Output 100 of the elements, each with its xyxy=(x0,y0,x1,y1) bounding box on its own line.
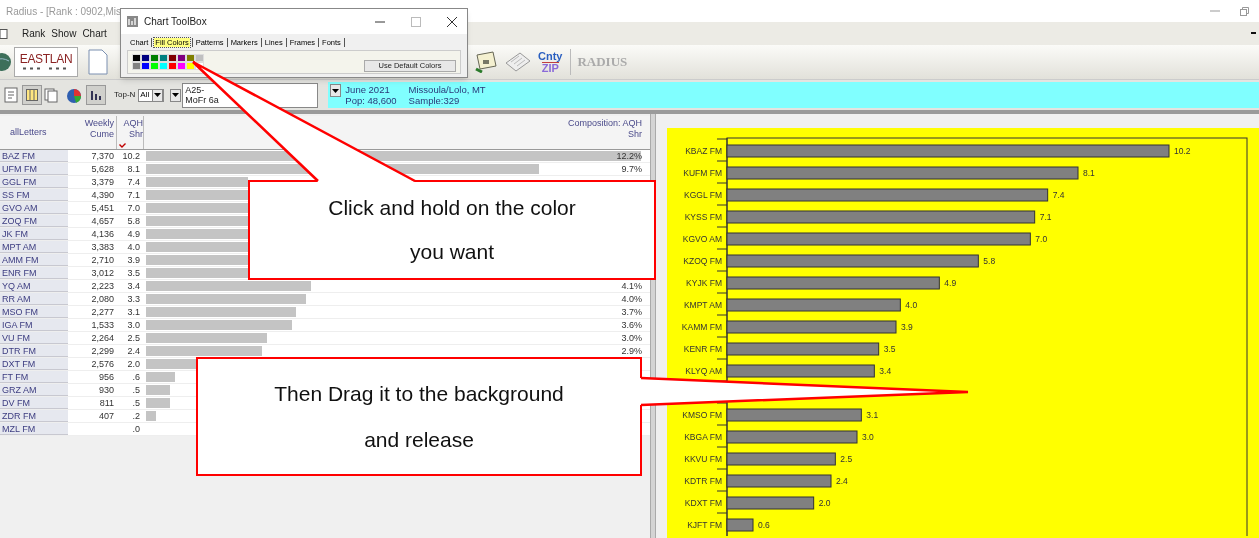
cume-cell: 3,383 xyxy=(91,242,114,252)
share-bar xyxy=(146,411,156,421)
share-cell: 3.0 xyxy=(127,320,140,330)
value-label: 7.4 xyxy=(1052,190,1065,200)
cume-cell: 5,628 xyxy=(91,164,114,174)
category-label: KJFT FM xyxy=(687,520,722,530)
cume-cell: 2,080 xyxy=(91,294,114,304)
share-cell: .0 xyxy=(132,424,140,434)
share-bar xyxy=(146,372,176,382)
share-cell: .5 xyxy=(132,398,140,408)
color-swatch[interactable] xyxy=(186,54,195,62)
share-cell: 4.0 xyxy=(127,242,140,252)
value-label: 4.9 xyxy=(944,278,957,288)
cume-cell: 2,223 xyxy=(91,281,114,291)
color-swatch[interactable] xyxy=(177,62,186,70)
calendar-icon[interactable] xyxy=(474,51,498,73)
value-label: 2.4 xyxy=(836,476,848,486)
share-cell: .5 xyxy=(132,385,140,395)
minimize-icon[interactable] xyxy=(1251,32,1256,35)
category-label: KBGA FM xyxy=(684,432,722,442)
color-swatch[interactable] xyxy=(168,54,177,62)
value-label: 7.1 xyxy=(1039,212,1052,222)
notepad-icon[interactable] xyxy=(504,51,532,73)
composition-cell: 3.6% xyxy=(621,318,642,332)
app-icon xyxy=(127,16,138,27)
menu-item[interactable]: Rank xyxy=(22,26,46,41)
column-view-icon[interactable] xyxy=(26,89,38,101)
color-swatch[interactable] xyxy=(132,62,141,70)
value-label: 2.5 xyxy=(840,454,853,464)
share-cell: .2 xyxy=(132,411,140,421)
color-swatch[interactable] xyxy=(186,62,195,70)
color-swatch[interactable] xyxy=(141,62,150,70)
column-header[interactable]: Composition: AQH Shr xyxy=(552,118,642,149)
cume-cell: 1,533 xyxy=(91,320,114,330)
menu-item[interactable]: Show xyxy=(51,26,77,41)
county-label[interactable]: Cnty xyxy=(538,50,563,62)
color-swatch[interactable] xyxy=(168,62,177,70)
caret-icon xyxy=(172,93,180,97)
share-cell: .6 xyxy=(132,372,140,382)
callout-text: Then Drag it to the background and release xyxy=(273,380,565,453)
globe-icon xyxy=(0,52,12,72)
category-label: KZOQ FM xyxy=(683,256,722,266)
cume-cell: 4,390 xyxy=(91,190,114,200)
share-cell: 2.0 xyxy=(127,359,140,369)
color-swatch[interactable] xyxy=(159,54,168,62)
dropdown-button[interactable] xyxy=(170,88,182,102)
app-menu-icon[interactable] xyxy=(0,28,8,39)
column-header[interactable]: allLetters xyxy=(10,127,47,138)
category-label: KMSO FM xyxy=(682,410,722,420)
dropdown-button[interactable] xyxy=(330,84,342,97)
value-label: 3.9 xyxy=(901,322,913,332)
bar-chart-icon[interactable] xyxy=(90,89,102,101)
category-label: KYSS FM xyxy=(684,212,722,222)
cume-cell: 930 xyxy=(98,385,114,395)
close-icon[interactable] xyxy=(447,16,457,27)
column-header[interactable]: Weekly Cume xyxy=(80,118,114,149)
composition-cell: 12.2% xyxy=(616,149,642,163)
color-swatch[interactable] xyxy=(195,54,204,62)
category-label: KBAZ FM xyxy=(685,146,722,156)
category-label: KUFM FM xyxy=(683,168,722,178)
market-name: Missoula/Lolo, MT xyxy=(408,84,486,95)
color-swatch[interactable] xyxy=(141,54,150,62)
color-swatch[interactable] xyxy=(150,62,159,70)
value-label: 2.0 xyxy=(818,498,831,508)
composition-cell: 4.1% xyxy=(621,279,642,293)
dropdown-button[interactable] xyxy=(152,88,164,102)
value-label: 7.0 xyxy=(1035,234,1048,244)
color-swatch[interactable] xyxy=(177,54,186,62)
brand-logo: RADIUS xyxy=(577,53,628,72)
document-icon[interactable] xyxy=(88,49,108,75)
cume-cell: 2,710 xyxy=(91,255,114,265)
share-cell: 7.0 xyxy=(127,203,140,213)
value-label: 3.0 xyxy=(862,432,874,442)
share-bar xyxy=(146,359,196,369)
menu-item[interactable]: Chart xyxy=(82,26,107,41)
category-label: KYJK FM xyxy=(686,278,722,288)
color-swatch[interactable] xyxy=(150,54,159,62)
category-label: KDXT FM xyxy=(684,498,722,508)
share-cell: 3.4 xyxy=(127,281,140,291)
maximize-icon[interactable] xyxy=(411,16,421,27)
bar xyxy=(726,518,754,532)
value-label: 4.0 xyxy=(905,300,918,310)
cume-cell: 4,136 xyxy=(91,229,114,239)
report-icon[interactable] xyxy=(2,86,20,104)
restore-icon[interactable] xyxy=(1240,6,1249,16)
top-n-select[interactable]: All xyxy=(138,88,165,102)
color-swatch[interactable] xyxy=(132,54,141,62)
share-cell: 7.1 xyxy=(127,190,140,200)
cume-cell: 811 xyxy=(99,398,114,408)
cume-cell: 407 xyxy=(98,411,114,421)
cume-cell: 3,379 xyxy=(91,177,114,187)
composition-cell: 4.0% xyxy=(621,292,642,306)
copy-icon[interactable] xyxy=(42,86,60,104)
cume-cell: 5,451 xyxy=(91,203,114,213)
pie-chart-icon[interactable] xyxy=(66,86,84,104)
share-cell: 7.4 xyxy=(127,177,140,187)
value-label: 3.4 xyxy=(879,366,892,376)
share-cell: 3.3 xyxy=(127,294,140,304)
color-swatch[interactable] xyxy=(159,62,168,70)
column-header[interactable]: AQH Shr xyxy=(117,118,143,149)
